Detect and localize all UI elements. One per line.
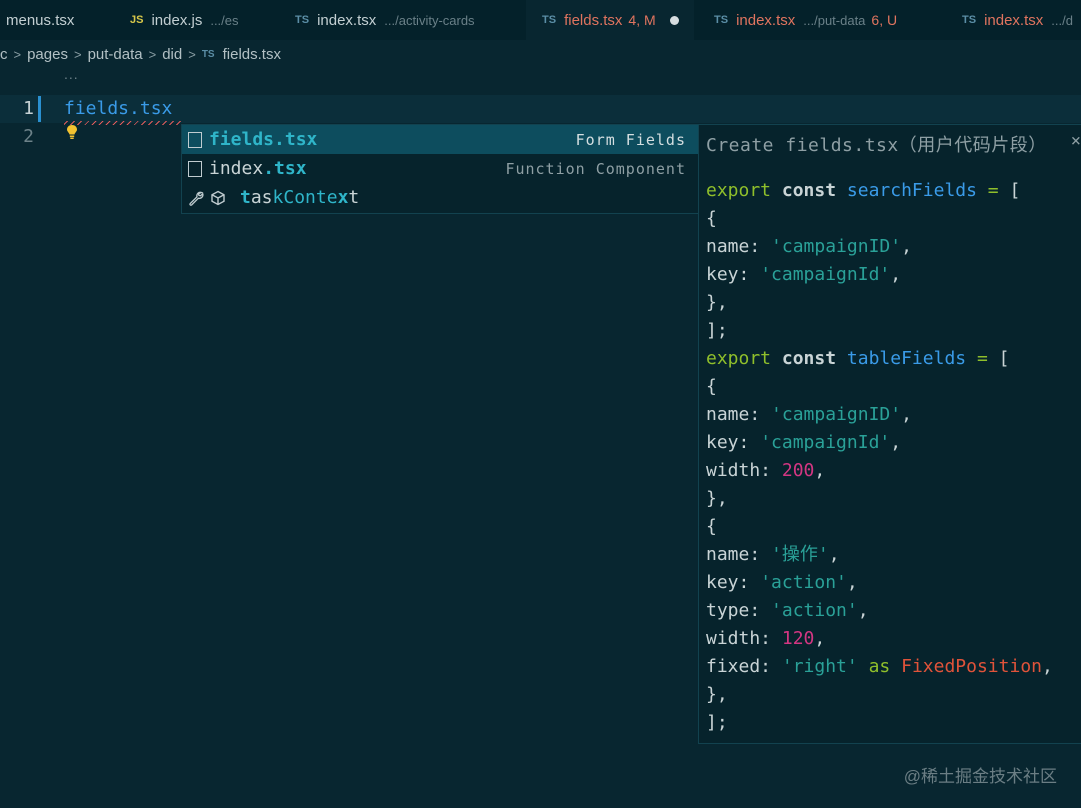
suggest-label: kConte <box>272 187 338 208</box>
tab-path: .../es <box>210 12 239 28</box>
suggest-label-match: fields.tsx <box>209 129 318 150</box>
tab-bar: menus.tsx JS index.js .../es TS index.ts… <box>0 0 1081 40</box>
tab-label: index.tsx <box>317 11 377 29</box>
ts-file-icon: TS <box>201 48 215 60</box>
ts-file-icon: TS <box>295 14 310 26</box>
suggest-details-panel: Create fields.tsx（用户代码片段） × export const… <box>698 124 1081 744</box>
unsaved-dot-icon[interactable] <box>669 15 679 25</box>
tab-fields-active[interactable]: TS fields.tsx 4, M <box>526 0 694 40</box>
suggest-detail: Form Fields <box>575 130 686 149</box>
snippet-preview: export const searchFields = [ { name: 'c… <box>706 180 1053 733</box>
ts-file-icon: TS <box>714 14 729 26</box>
suggest-widget: fields.tsx Form Fields index .tsx Functio… <box>181 124 699 214</box>
file-icon <box>188 131 202 148</box>
suggest-label: t <box>348 187 360 208</box>
suggest-label-match: t <box>240 187 251 208</box>
line-number: 2 <box>23 126 34 147</box>
wrench-icon <box>189 191 204 206</box>
tab-label: index.tsx <box>736 11 796 29</box>
file-icon <box>188 160 202 177</box>
tab-label: index.tsx <box>984 11 1044 29</box>
suggest-detail: Function Component <box>505 159 686 178</box>
suggest-label: index <box>209 158 264 179</box>
tab-label: menus.tsx <box>6 11 75 29</box>
tab-index-put-data[interactable]: TS index.tsx .../put-data 6, U <box>714 0 897 40</box>
chevron-right-icon: > <box>148 46 157 62</box>
line-modified-indicator <box>38 96 41 122</box>
tab-index-d[interactable]: TS index.tsx .../d <box>962 0 1073 40</box>
suggest-item-taskcontext[interactable]: t as kConte x t <box>182 183 698 212</box>
breadcrumb-item[interactable]: pages <box>27 46 68 63</box>
cube-icon <box>211 190 225 205</box>
tab-index-activity-cards[interactable]: TS index.tsx .../activity-cards <box>295 0 475 40</box>
suggest-item-fields[interactable]: fields.tsx Form Fields <box>182 125 698 154</box>
js-file-icon: JS <box>130 14 144 26</box>
tab-status: 4, M <box>628 12 656 28</box>
tab-path: .../d <box>1051 12 1073 28</box>
breadcrumb-file[interactable]: fields.tsx <box>223 46 281 63</box>
chevron-right-icon: > <box>188 46 196 62</box>
breadcrumb-ellipsis: ... <box>64 66 79 82</box>
tab-menus[interactable]: menus.tsx <box>6 0 74 40</box>
suggest-label: as <box>250 187 273 208</box>
breadcrumb-item[interactable]: c <box>0 46 8 63</box>
chevron-right-icon: > <box>13 46 22 62</box>
tab-label: fields.tsx <box>564 11 623 29</box>
tab-path: .../activity-cards <box>384 12 475 28</box>
suggest-label-match: .tsx <box>263 158 307 179</box>
tab-path: .../put-data <box>803 12 866 28</box>
close-icon[interactable]: × <box>1071 131 1081 151</box>
tab-label: index.js <box>151 11 203 29</box>
error-squiggle <box>64 121 181 125</box>
chevron-right-icon: > <box>73 46 82 62</box>
code-line-1[interactable]: fields.tsx <box>64 96 172 122</box>
tab-status: 6, U <box>871 12 898 28</box>
breadcrumb-item[interactable]: put-data <box>88 46 143 63</box>
breadcrumb-item[interactable]: did <box>162 46 182 63</box>
suggest-label-match: x <box>337 187 349 208</box>
details-title: Create fields.tsx（用户代码片段） <box>706 135 1047 156</box>
breadcrumb: c > pages > put-data > did > TS fields.t… <box>0 40 281 68</box>
lightbulb-icon[interactable] <box>66 124 78 140</box>
ts-file-icon: TS <box>542 14 557 26</box>
line-number: 1 <box>23 98 34 119</box>
tab-index-js[interactable]: JS index.js .../es <box>130 0 239 40</box>
watermark: @稀土掘金技术社区 <box>903 767 1057 786</box>
ts-file-icon: TS <box>962 14 977 26</box>
suggest-item-index[interactable]: index .tsx Function Component <box>182 154 698 183</box>
